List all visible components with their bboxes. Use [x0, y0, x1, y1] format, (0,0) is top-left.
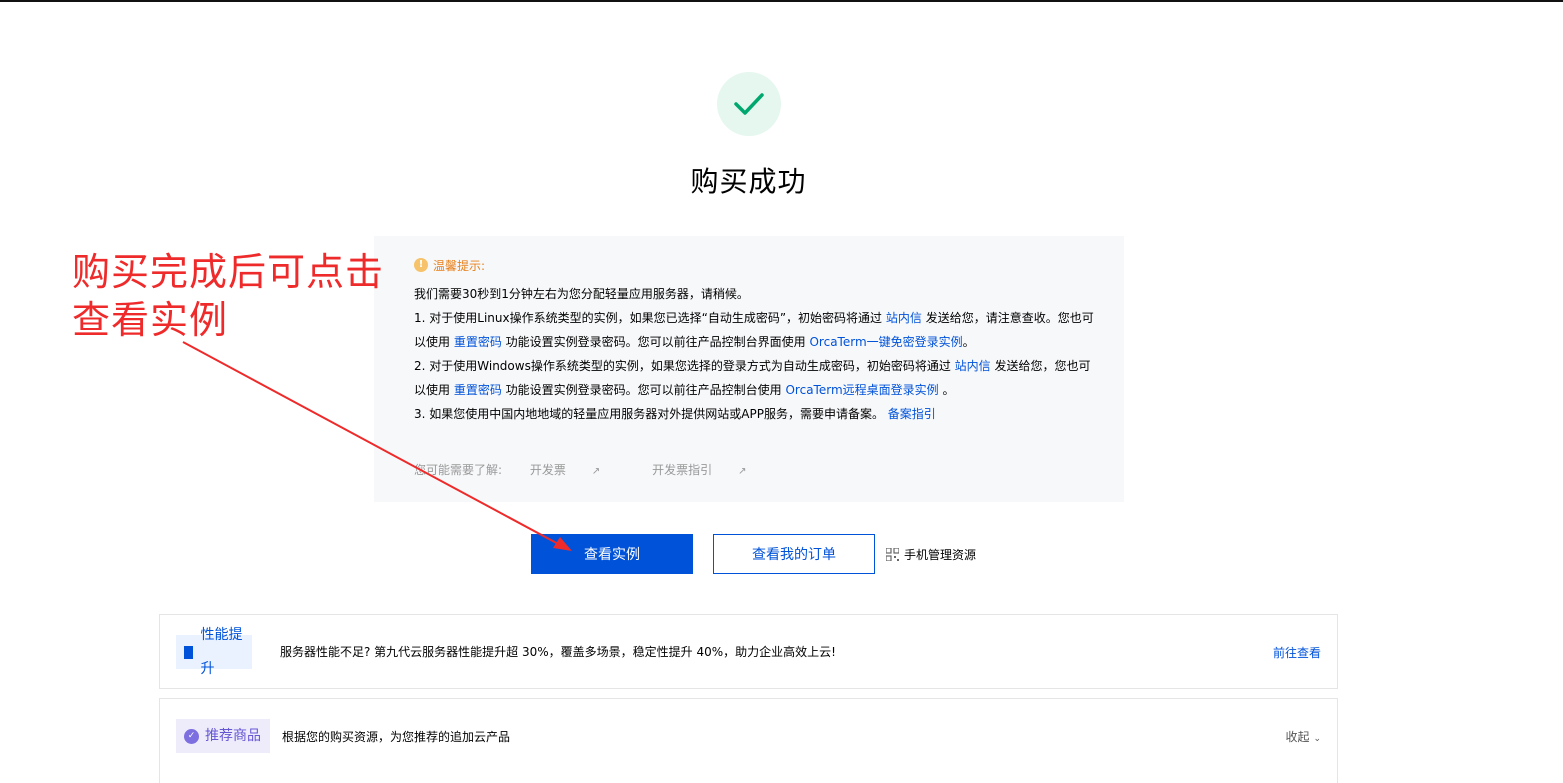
performance-tag: 性能提升: [176, 627, 252, 677]
annotation-text: 购买完成后可点击 查看实例: [72, 250, 385, 342]
mobile-manage-link[interactable]: 手机管理资源: [886, 546, 976, 563]
notice-header-label: 温馨提示:: [433, 258, 486, 273]
view-instance-button[interactable]: 查看实例: [531, 534, 693, 574]
recommend-card: ✓ 推荐商品 根据您的购买资源，为您推荐的追加云产品 收起 ⌄: [159, 698, 1338, 783]
notice-item1-line1: 1. 对于使用Linux操作系统类型的实例，如果您已选择“自动生成密码”，初始密…: [414, 311, 1094, 325]
recommend-tag: ✓ 推荐商品: [176, 719, 270, 753]
notice-item2-line1: 2. 对于使用Windows操作系统类型的实例，如果您选择的登录方式为自动生成密…: [414, 359, 1091, 373]
qr-code-icon: [886, 548, 899, 561]
page-title: 购买成功: [690, 165, 807, 198]
more-info-row: 您可能需要了解: 开发票 ↗ 开发票指引 ↗: [414, 461, 795, 478]
recommend-desc: 根据您的购买资源，为您推荐的追加云产品: [282, 730, 511, 744]
link-filing-guide[interactable]: 备案指引: [888, 407, 936, 421]
link-reset-password-2[interactable]: 重置密码: [454, 383, 502, 397]
go-view-link[interactable]: 前往查看: [1273, 644, 1321, 661]
link-station-message[interactable]: 站内信: [886, 311, 922, 325]
chevron-down-icon: ⌄: [1313, 734, 1321, 744]
link-station-message-2[interactable]: 站内信: [955, 359, 991, 373]
document-icon: [184, 645, 193, 659]
notice-item1-line2: 以使用 重置密码 功能设置实例登录密码。您可以前往产品控制台界面使用 OrcaT…: [414, 335, 975, 349]
collapse-toggle[interactable]: 收起 ⌄: [1285, 728, 1321, 745]
external-link-icon: ↗: [738, 466, 747, 477]
badge-check-icon: ✓: [184, 728, 199, 744]
performance-card: 性能提升 服务器性能不足? 第九代云服务器性能提升超 30%，覆盖多场景，稳定性…: [159, 614, 1338, 689]
performance-desc: 服务器性能不足? 第九代云服务器性能提升超 30%，覆盖多场景，稳定性提升 40…: [280, 645, 836, 659]
top-border: [0, 0, 1563, 2]
success-check-icon: [717, 72, 781, 136]
more-info-label: 您可能需要了解:: [414, 463, 503, 477]
link-orcaterm-remote-desktop[interactable]: OrcaTerm远程桌面登录实例: [785, 383, 938, 397]
link-orcaterm-login[interactable]: OrcaTerm一键免密登录实例: [809, 335, 962, 349]
notice-intro: 我们需要30秒到1分钟左右为您分配轻量应用服务器，请稍候。: [414, 287, 749, 301]
link-invoice[interactable]: 开发票 ↗: [530, 463, 624, 477]
notice-item3: 3. 如果您使用中国内地地域的轻量应用服务器对外提供网站或APP服务，需要申请备…: [414, 407, 936, 421]
external-link-icon: ↗: [591, 466, 601, 477]
view-orders-button[interactable]: 查看我的订单: [713, 534, 875, 574]
warning-icon: !: [414, 258, 428, 272]
link-invoice-guide[interactable]: 开发票指引 ↗: [652, 463, 770, 477]
link-reset-password[interactable]: 重置密码: [454, 335, 502, 349]
notice-header: ! 温馨提示:: [414, 256, 485, 274]
notice-panel: ! 温馨提示: 我们需要30秒到1分钟左右为您分配轻量应用服务器，请稍候。 1.…: [374, 236, 1124, 502]
notice-item2-line2: 以使用 重置密码 功能设置实例登录密码。您可以前往产品控制台使用 OrcaTer…: [414, 383, 955, 397]
